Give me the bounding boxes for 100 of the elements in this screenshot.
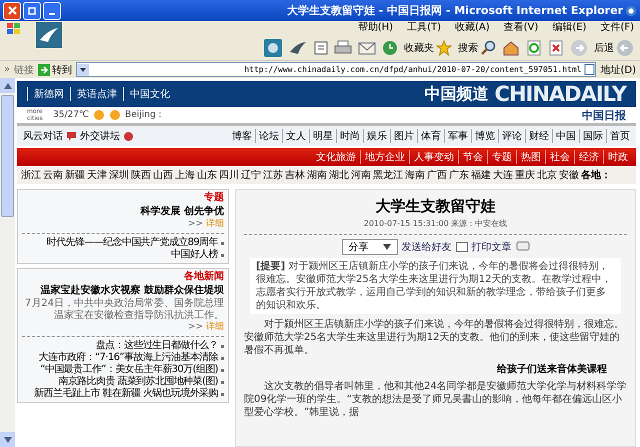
search-icon — [480, 40, 496, 56]
close-button[interactable] — [3, 2, 21, 20]
region-link[interactable]: 湖北 — [329, 168, 349, 182]
region-link[interactable]: 陕西 — [131, 168, 151, 182]
region-link[interactable]: 海南 — [405, 168, 425, 182]
nav-link[interactable]: 论坛 — [255, 129, 279, 143]
history-button[interactable] — [382, 40, 398, 56]
share-dropdown[interactable]: 分享 — [342, 239, 398, 255]
region-link[interactable]: 河南 — [351, 168, 371, 182]
more-link[interactable]: >> 详细 — [188, 322, 224, 333]
section-link[interactable]: 时政 — [603, 150, 628, 164]
menu-item[interactable]: 编辑(E) — [552, 21, 586, 35]
section-link[interactable]: 文化旅游 — [316, 150, 356, 164]
section-link[interactable]: 节会 — [458, 150, 483, 164]
region-link[interactable]: 上海 — [175, 168, 195, 182]
region-link[interactable]: 吉林 — [285, 168, 305, 182]
stop-button[interactable] — [548, 40, 564, 56]
nav-link[interactable]: 文人 — [282, 129, 306, 143]
send-to-friend-link[interactable]: 发送给好友 — [402, 240, 452, 254]
region-link[interactable]: 黑龙江 — [373, 168, 403, 182]
nav-link[interactable]: 财经 — [525, 129, 549, 143]
headline-link[interactable]: 温家宝赴安徽水灾视察 鼓励群众保住堤坝 — [40, 284, 224, 297]
region-link[interactable]: 天津 — [87, 168, 107, 182]
region-link[interactable]: 深圳 — [109, 168, 129, 182]
nav-link[interactable]: 体育 — [417, 129, 441, 143]
menu-item[interactable]: 文件(F) — [600, 21, 634, 35]
section-link[interactable]: 专题 — [487, 150, 512, 164]
banner-link[interactable]: 英语点津 — [70, 87, 117, 101]
minimize-button[interactable] — [43, 2, 61, 20]
nav-link[interactable]: 军事 — [444, 129, 468, 143]
edit-button[interactable] — [314, 40, 328, 54]
region-link[interactable]: 广西 — [427, 168, 447, 182]
menu-item[interactable]: 查看(V) — [504, 21, 538, 35]
region-link[interactable]: 北京 — [537, 168, 557, 182]
nav-link[interactable]: 国际 — [579, 129, 603, 143]
print-link[interactable]: 打印文章 — [472, 240, 512, 254]
address-field[interactable]: http://www.chinadaily.com.cn/dfpd/anhui/2010-07-20/content_597051.html — [76, 62, 596, 77]
refresh-button[interactable] — [526, 40, 542, 56]
maximize-button[interactable] — [23, 2, 41, 20]
chevron-button[interactable]: » — [4, 64, 10, 75]
news-link[interactable]: “中国最贵工作”：美女岳主年薪30万(组图) — [40, 364, 218, 376]
section-link[interactable]: 地方企业 — [360, 150, 405, 164]
mail-button[interactable] — [358, 40, 376, 54]
speaker-icon — [123, 130, 134, 142]
nav-link[interactable]: 中国 — [552, 129, 576, 143]
region-link[interactable]: 四川 — [219, 168, 239, 182]
news-link[interactable]: 新西兰毛趾上市 鞋在新疆 火锅也玩境外采购 — [34, 388, 218, 400]
go-button[interactable]: 转到 — [38, 62, 72, 76]
region-link[interactable]: 福建 — [471, 168, 491, 182]
favorites-button[interactable]: 收藏夹 — [404, 40, 452, 56]
region-link[interactable]: 新疆 — [65, 168, 85, 182]
region-link[interactable]: 江苏 — [263, 168, 283, 182]
menu-item[interactable]: 收藏(A) — [455, 21, 490, 35]
region-link[interactable]: 浙江 — [21, 168, 41, 182]
region-link[interactable]: 山东 — [197, 168, 217, 182]
news-link[interactable]: 大连市政府：“7·16”事故海上污油基本清除 — [38, 352, 218, 364]
region-link[interactable]: 大连 — [493, 168, 513, 182]
nav-link[interactable]: 风云对话 — [23, 129, 63, 143]
home-button[interactable] — [502, 40, 520, 56]
sun-icon — [109, 109, 122, 121]
section-link[interactable]: 人事变动 — [409, 150, 454, 164]
region-link[interactable]: 广东 — [449, 168, 469, 182]
section-link[interactable]: 热图 — [516, 150, 541, 164]
panel-heading: 专题 — [204, 192, 224, 204]
region-link[interactable]: 湖南 — [307, 168, 327, 182]
menu-item[interactable]: 帮助(H) — [358, 21, 394, 35]
nav-link[interactable]: 博览 — [471, 129, 495, 143]
site-logo[interactable]: CHINADAILY — [494, 82, 626, 106]
nav-link[interactable]: 时尚 — [336, 129, 360, 143]
region-link[interactable]: 云南 — [43, 168, 63, 182]
menu-item[interactable]: 工具(T) — [407, 21, 441, 35]
banner-link[interactable]: 新德网 — [27, 87, 64, 101]
banner-link[interactable]: 中国文化 — [123, 87, 170, 101]
news-link[interactable]: 盘点：这些过生日都做什么？ — [96, 340, 218, 352]
region-link[interactable]: 安徽 — [559, 168, 579, 182]
messenger-button[interactable] — [288, 40, 308, 56]
back-button[interactable]: 后退 — [594, 38, 634, 56]
nav-link[interactable]: 图片 — [390, 129, 414, 143]
news-link[interactable]: 南京路比肉贵 蔬菜到苏北囤地种菜(图) — [58, 376, 218, 388]
scrollbar[interactable] — [0, 78, 15, 447]
links-label[interactable]: 链接 — [14, 62, 34, 76]
more-link[interactable]: >> 详细 — [188, 219, 224, 230]
news-link[interactable]: 中国好人榜 — [170, 249, 218, 261]
region-link[interactable]: 重庆 — [515, 168, 535, 182]
print-button[interactable] — [334, 40, 352, 56]
nav-link[interactable]: 外交讲坛 — [80, 129, 120, 143]
nav-link[interactable]: 评论 — [498, 129, 522, 143]
nav-link[interactable]: 娱乐 — [363, 129, 387, 143]
headline-link[interactable]: 科学发展 创先争优 — [140, 205, 224, 218]
bird-logo-icon — [36, 22, 62, 48]
news-link[interactable]: 时代先锋——纪念中国共产党成立89周年 — [46, 237, 218, 249]
nav-link[interactable]: 首页 — [606, 129, 630, 143]
section-link[interactable]: 社会 — [545, 150, 570, 164]
bullet-icon — [221, 368, 224, 372]
region-link[interactable]: 辽宁 — [241, 168, 261, 182]
nav-link[interactable]: 博客 — [232, 129, 252, 143]
nav-link[interactable]: 明星 — [309, 129, 333, 143]
section-link[interactable]: 经济 — [574, 150, 599, 164]
region-link[interactable]: 山西 — [153, 168, 173, 182]
search-button[interactable]: 搜索 — [458, 40, 496, 56]
